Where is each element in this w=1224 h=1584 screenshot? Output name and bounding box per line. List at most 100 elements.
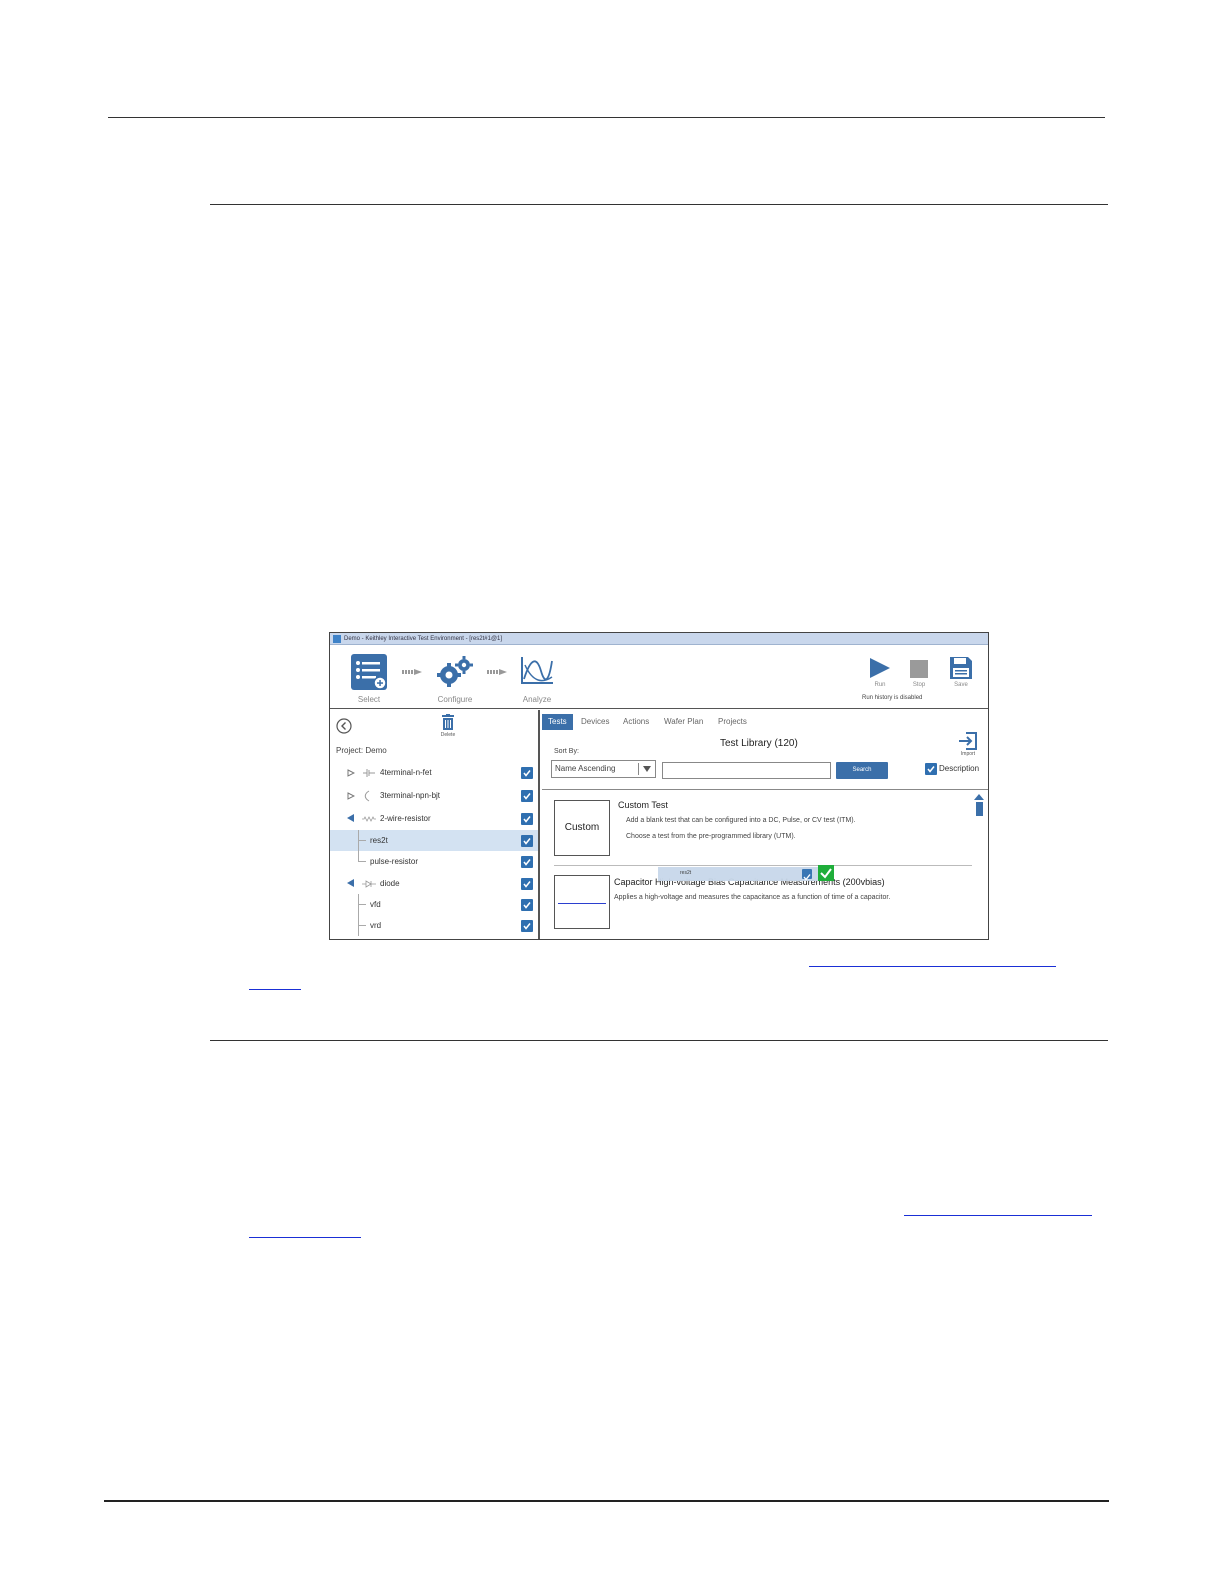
hyperlink-underline[interactable] xyxy=(809,966,1056,967)
search-button[interactable]: Search xyxy=(836,762,888,779)
save-button[interactable]: Save xyxy=(946,655,976,689)
hyperlink-underline[interactable] xyxy=(904,1215,1092,1216)
sort-by-label: Sort By: xyxy=(554,748,579,755)
checkbox-checked[interactable] xyxy=(521,856,533,868)
sort-dropdown[interactable]: Name Ascending xyxy=(551,760,656,778)
tab-actions[interactable]: Actions xyxy=(623,714,649,730)
flow-arrow-icon xyxy=(487,669,507,675)
search-input[interactable] xyxy=(662,762,831,779)
chevron-down-icon xyxy=(643,766,651,772)
tree-item-label: 3terminal-npn-bjt xyxy=(380,791,441,800)
description-checkbox[interactable] xyxy=(925,763,937,775)
play-icon xyxy=(870,658,890,678)
import-icon xyxy=(959,732,977,750)
stop-label: Stop xyxy=(912,682,926,688)
drag-ghost-checkbox xyxy=(802,869,812,881)
stop-icon xyxy=(910,660,928,678)
checkmark-icon xyxy=(820,868,832,879)
tree-item-4terminal-n-fet[interactable]: 4terminal-n-fet xyxy=(330,762,538,783)
delete-label: Delete xyxy=(440,732,456,738)
run-label: Run xyxy=(874,682,886,688)
configure-button[interactable]: Configure xyxy=(430,655,480,707)
gears-icon xyxy=(437,656,473,687)
checkbox-checked[interactable] xyxy=(521,813,533,825)
description-label: Description xyxy=(939,764,980,773)
test-card-title: Custom Test xyxy=(618,800,668,810)
select-button[interactable]: Select xyxy=(350,653,388,705)
expand-arrow-icon xyxy=(347,792,355,800)
run-button[interactable]: Run xyxy=(866,657,894,689)
tree-item-label: pulse-resistor xyxy=(370,857,419,866)
analyze-graph-icon xyxy=(521,657,553,684)
fet-device-icon xyxy=(363,769,375,777)
analyze-button[interactable]: Analyze xyxy=(516,655,558,707)
checkbox-checked[interactable] xyxy=(521,790,533,802)
project-label: Project: Demo xyxy=(336,746,387,755)
test-card-desc: Applies a high-voltage and measures the … xyxy=(614,894,891,901)
drag-ghost-label: res2t xyxy=(680,870,692,876)
header-rule xyxy=(108,117,1105,118)
tab-projects[interactable]: Projects xyxy=(718,714,747,730)
delete-button[interactable]: Delete xyxy=(436,714,460,740)
footer-rule xyxy=(104,1500,1109,1502)
test-card-thumbnail: Custom xyxy=(554,800,610,856)
scrollbar-thumb[interactable] xyxy=(976,802,983,816)
tree-connector xyxy=(358,925,366,926)
stop-button[interactable]: Stop xyxy=(906,657,932,689)
tree-item-diode[interactable]: diode xyxy=(330,873,538,894)
expand-arrow-icon xyxy=(347,769,355,777)
save-disk-icon xyxy=(950,657,972,679)
collapse-arrow-icon xyxy=(347,814,354,822)
checkbox-checked[interactable] xyxy=(521,835,533,847)
checkbox-checked[interactable] xyxy=(521,878,533,890)
checkbox-checked[interactable] xyxy=(521,899,533,911)
tree-connector xyxy=(358,904,366,905)
test-card-thumbnail xyxy=(554,875,610,929)
resistor-device-icon xyxy=(362,816,376,822)
tree-item-vfd[interactable]: vfd xyxy=(330,894,538,915)
run-history-status: Run history is disabled xyxy=(862,695,923,701)
window-title: Demo - Keithley Interactive Test Environ… xyxy=(344,636,503,642)
tab-wafer-plan[interactable]: Wafer Plan xyxy=(664,714,703,730)
test-card-custom[interactable]: Custom Custom Test Add a blank test that… xyxy=(554,800,974,866)
import-label: Import xyxy=(960,751,976,757)
tree-item-label: 2-wire-resistor xyxy=(380,814,431,823)
drop-ok-badge xyxy=(818,865,834,881)
tree-connector xyxy=(358,851,359,861)
test-card-desc: Add a blank test that can be configured … xyxy=(626,817,856,824)
back-circle-icon[interactable] xyxy=(336,718,352,734)
tree-item-label: res2t xyxy=(370,836,388,845)
kite-window-screenshot: Demo - Keithley Interactive Test Environ… xyxy=(329,632,989,940)
import-button[interactable]: Import xyxy=(954,732,982,760)
window-titlebar: Demo - Keithley Interactive Test Environ… xyxy=(330,633,988,645)
sort-dropdown-value: Name Ascending xyxy=(555,764,616,773)
select-label: Select xyxy=(357,695,381,704)
tree-item-2-wire-resistor[interactable]: 2-wire-resistor xyxy=(330,808,538,829)
tab-devices[interactable]: Devices xyxy=(581,714,609,730)
hyperlink-underline[interactable] xyxy=(249,1237,361,1238)
card-divider xyxy=(554,939,972,940)
main-toolbar: Select Configure Analyze Run Stop Save R… xyxy=(330,645,988,709)
flow-arrow-icon xyxy=(402,669,422,675)
section-rule-1 xyxy=(210,204,1108,205)
tree-item-vrd[interactable]: vrd xyxy=(330,915,538,936)
scroll-up-arrow-icon[interactable] xyxy=(974,794,984,800)
tree-item-3terminal-npn-bjt[interactable]: 3terminal-npn-bjt xyxy=(330,785,538,806)
test-card-desc: Choose a test from the pre-programmed li… xyxy=(626,833,796,840)
hyperlink-underline[interactable] xyxy=(249,989,301,990)
test-card-200vbias[interactable]: Capacitor High-voltage Bias Capacitance … xyxy=(554,875,974,935)
checkbox-checked[interactable] xyxy=(521,767,533,779)
collapse-arrow-icon xyxy=(347,879,354,887)
tree-item-pulse-resistor[interactable]: pulse-resistor xyxy=(330,851,538,872)
tab-tests[interactable]: Tests xyxy=(542,714,573,730)
checkbox-checked[interactable] xyxy=(521,920,533,932)
list-divider xyxy=(542,789,988,790)
thumbnail-graph-line xyxy=(558,903,606,904)
analyze-label: Analyze xyxy=(522,695,552,704)
tree-item-res2t[interactable]: res2t xyxy=(330,830,538,851)
tree-item-label: diode xyxy=(380,879,400,888)
project-tree-pane: Delete Project: Demo 4terminal-n-fet 3te… xyxy=(330,710,540,939)
tree-item-label: vrd xyxy=(370,921,382,930)
section-rule-2 xyxy=(210,1040,1108,1041)
tree-item-label: 4terminal-n-fet xyxy=(380,768,432,777)
